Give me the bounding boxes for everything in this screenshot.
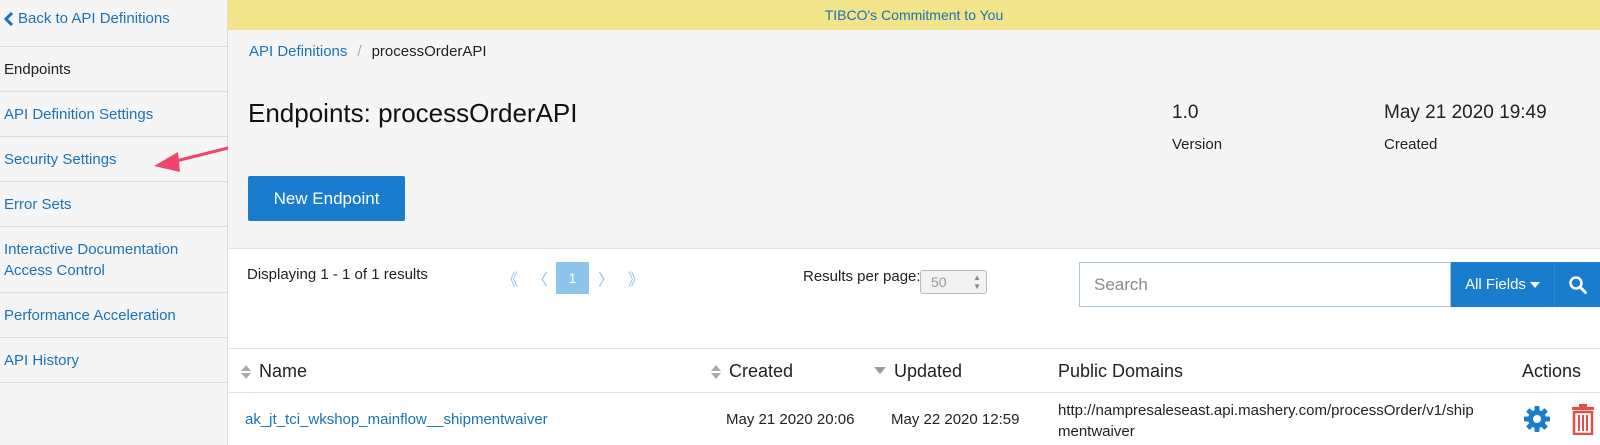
commitment-banner[interactable]: TIBCO's Commitment to You (228, 0, 1600, 30)
back-link-label: Back to API Definitions (18, 10, 170, 27)
search-button[interactable] (1555, 262, 1600, 307)
new-endpoint-button[interactable]: New Endpoint (248, 176, 405, 221)
caret-down-icon (1529, 281, 1540, 288)
sidebar-item-api-history[interactable]: API History (0, 338, 227, 383)
all-fields-label: All Fields (1465, 276, 1526, 293)
search-icon (1568, 275, 1587, 294)
trash-icon[interactable] (1570, 403, 1596, 435)
chevron-left-icon (4, 11, 14, 26)
created-label: Created (1384, 136, 1438, 153)
sort-both-icon (241, 364, 251, 379)
gear-icon[interactable] (1523, 405, 1551, 433)
created-value: May 21 2020 19:49 (1384, 102, 1547, 123)
endpoint-updated: May 22 2020 12:59 (891, 411, 1020, 428)
version-value: 1.0 (1172, 102, 1199, 123)
column-header-name[interactable]: Name (241, 361, 307, 382)
banner-text[interactable]: TIBCO's Commitment to You (825, 7, 1004, 23)
column-header-created[interactable]: Created (711, 361, 793, 382)
column-header-public-domains: Public Domains (1058, 361, 1184, 381)
sidebar-item-performance-acceleration[interactable]: Performance Acceleration (0, 293, 227, 338)
sidebar-item-endpoints[interactable]: Endpoints (0, 47, 227, 92)
pager-first-icon[interactable]: 《 (502, 266, 518, 290)
back-to-api-definitions-link[interactable]: Back to API Definitions (4, 10, 170, 27)
page-title: Endpoints: processOrderAPI (248, 98, 578, 128)
table-header: Name Created Updated Public Domains Acti… (228, 348, 1600, 393)
breadcrumb: API Definitions / processOrderAPI (249, 43, 487, 60)
pager-current-page[interactable]: 1 (556, 262, 589, 294)
pager-next-icon[interactable]: 〉 (598, 266, 614, 290)
results-per-page-value: 50 (931, 274, 947, 290)
column-header-actions: Actions (1522, 361, 1582, 381)
version-label: Version (1172, 136, 1223, 153)
page-header: API Definitions / processOrderAPI Endpoint… (228, 30, 1600, 249)
results-per-page-select[interactable]: 50 ▲ ▼ (920, 270, 987, 294)
breadcrumb-separator: / (357, 43, 362, 60)
sidebar: Back to API Definitions Endpoints API De… (0, 0, 228, 445)
endpoint-domain-line-1: http://nampresaleseast.api.mashery.com/p… (1058, 402, 1474, 419)
annotation-arrow (154, 144, 237, 172)
select-arrows-icon: ▲ ▼ (973, 273, 981, 291)
search-input[interactable] (1079, 262, 1451, 307)
result-count: Displaying 1 - 1 of 1 results (247, 266, 428, 283)
sidebar-item-error-sets[interactable]: Error Sets (0, 182, 227, 227)
endpoint-created: May 21 2020 20:06 (726, 411, 855, 428)
breadcrumb-current: processOrderAPI (371, 43, 487, 60)
breadcrumb-api-definitions[interactable]: API Definitions (249, 43, 347, 60)
all-fields-dropdown[interactable]: All Fields (1451, 262, 1555, 307)
sort-desc-icon (874, 366, 886, 374)
sort-both-icon (711, 364, 721, 379)
results-per-page-label: Results per page: (803, 268, 921, 285)
pager-prev-icon[interactable]: 〈 (532, 266, 548, 290)
endpoint-name-link[interactable]: ak_jt_tci_wkshop_mainflow__shipmentwaive… (245, 411, 548, 428)
pager-last-icon[interactable]: 》 (628, 266, 644, 290)
endpoint-domain-line-2: mentwaiver (1058, 423, 1135, 440)
sidebar-item-interactive-documentation-access-control[interactable]: Interactive Documentation Access Control (0, 227, 227, 293)
column-header-updated[interactable]: Updated (874, 361, 962, 382)
sidebar-item-api-definition-settings[interactable]: API Definition Settings (0, 92, 227, 137)
